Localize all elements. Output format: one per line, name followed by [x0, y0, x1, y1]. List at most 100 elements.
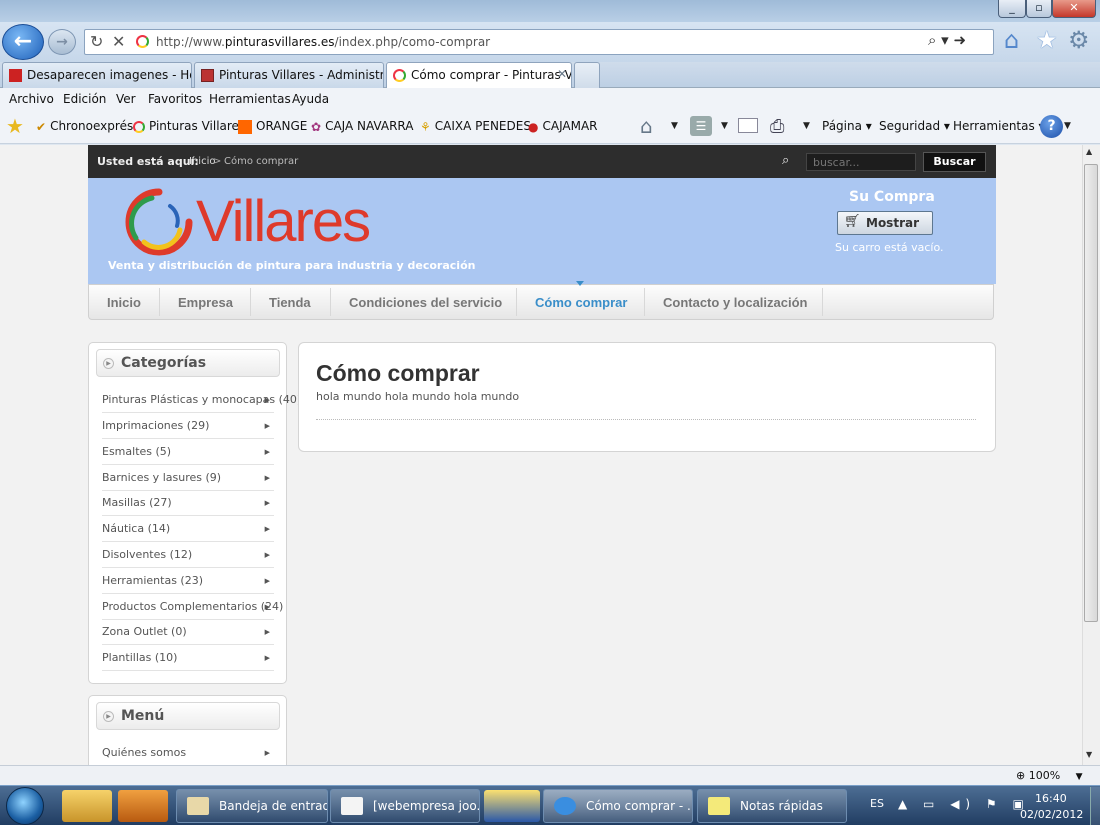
clock-time[interactable]: 16:40: [1035, 792, 1067, 805]
fav-orange[interactable]: ORANGE: [238, 119, 307, 134]
media-player-icon[interactable]: [118, 790, 168, 822]
print-icon[interactable]: ⎙: [770, 116, 784, 137]
breadcrumb-label: Usted está aquí:: [97, 155, 199, 168]
category-item[interactable]: Imprimaciones (29) ▶: [102, 413, 274, 439]
orange-icon: [238, 119, 252, 134]
category-item[interactable]: Esmaltes (5) ▶: [102, 439, 274, 465]
category-item[interactable]: Plantillas (10) ▶: [102, 645, 274, 671]
gear-icon[interactable]: ⚙: [1068, 26, 1090, 54]
task-bandeja[interactable]: Bandeja de entrad...: [176, 789, 328, 823]
fav-caja-navarra[interactable]: ✿ CAJA NAVARRA: [311, 119, 413, 134]
close-window-button[interactable]: ✕: [1052, 0, 1096, 18]
search-input[interactable]: [806, 153, 916, 171]
caixa-penedes-icon: ⚘: [420, 119, 431, 134]
cmd-home-icon[interactable]: ⌂: [640, 114, 653, 138]
logo-text[interactable]: Villares: [196, 190, 371, 254]
nav-contacto[interactable]: Contacto y localización: [663, 295, 807, 310]
arrow-right-icon: ▶: [264, 628, 270, 636]
task-webempresa[interactable]: [webempresa joo...: [330, 789, 480, 823]
menu-favoritos[interactable]: Favoritos: [148, 92, 202, 106]
category-item[interactable]: Productos Complementarios (24) ▶: [102, 594, 283, 620]
nav-condiciones[interactable]: Condiciones del servicio: [349, 295, 502, 310]
scrollbar-thumb[interactable]: [1084, 164, 1098, 622]
chevron-down-icon[interactable]: ▼: [803, 121, 810, 131]
mail-app-icon: [187, 797, 209, 815]
address-search-icon[interactable]: ⌕ ▾ ➜: [928, 31, 966, 49]
menu-item-quienes-somos[interactable]: Quiénes somos ▶: [102, 740, 274, 766]
category-item[interactable]: Pinturas Plásticas y monocapas (40) ▶: [102, 387, 301, 413]
language-indicator[interactable]: ES: [870, 797, 884, 810]
chevron-down-icon[interactable]: ▼: [1064, 121, 1071, 131]
explorer-icon[interactable]: [62, 790, 112, 822]
cmd-seguridad[interactable]: Seguridad ▾: [879, 119, 950, 133]
fav-chronoexpres[interactable]: ✔ Chronoexprés: [36, 119, 133, 134]
category-item[interactable]: Masillas (27) ▶: [102, 490, 274, 516]
chevron-down-icon[interactable]: ▼: [671, 121, 678, 131]
nav-separator: [330, 288, 331, 316]
nav-inicio[interactable]: Inicio: [107, 295, 141, 310]
home-icon[interactable]: ⌂: [1004, 26, 1019, 54]
mail-icon[interactable]: [738, 118, 758, 133]
category-item[interactable]: Barnices y lasures (9) ▶: [102, 465, 274, 491]
new-tab-button[interactable]: [574, 62, 600, 88]
arrow-right-icon: ▶: [264, 422, 270, 430]
content-divider: [316, 419, 976, 420]
breadcrumb-home[interactable]: Inicio: [189, 156, 215, 167]
help-icon[interactable]: ?: [1040, 115, 1063, 138]
chevron-down-icon[interactable]: ▼: [721, 121, 728, 131]
arrow-right-icon: ▶: [264, 654, 270, 662]
category-item[interactable]: Herramientas (23) ▶: [102, 568, 274, 594]
tab-admin[interactable]: Pinturas Villares - Administraci...: [194, 62, 384, 88]
close-tab-icon[interactable]: ✕: [557, 67, 567, 81]
category-item[interactable]: Zona Outlet (0) ▶: [102, 619, 274, 645]
caja-navarra-icon: ✿: [311, 119, 322, 134]
nav-tienda[interactable]: Tienda: [269, 295, 311, 310]
favorites-star-icon[interactable]: ★: [1036, 26, 1058, 54]
chrono-icon: ✔: [36, 119, 47, 134]
menu-herramientas[interactable]: Herramientas: [209, 92, 291, 106]
breadcrumb-separator: >: [213, 156, 222, 167]
menu-edicion[interactable]: Edición: [63, 92, 106, 106]
stop-icon[interactable]: ✕: [112, 30, 125, 54]
menu-ayuda[interactable]: Ayuda: [292, 92, 329, 106]
menu-archivo[interactable]: Archivo: [9, 92, 54, 106]
fav-cajamar[interactable]: ● CAJAMAR: [528, 119, 598, 134]
villares-logo-icon[interactable]: [122, 186, 196, 258]
cajamar-icon: ●: [528, 119, 539, 134]
clock-date[interactable]: 02/02/2012: [1020, 808, 1083, 821]
tray-icons[interactable]: ▲ ▭ ◀) ⚑ ▣: [898, 797, 1030, 811]
bullet-icon: ▶: [103, 711, 114, 722]
fav-caixa-penedes[interactable]: ⚘ CAIXA PENEDES: [420, 119, 531, 134]
task-notas[interactable]: Notas rápidas: [697, 789, 847, 823]
minimize-button[interactable]: _: [998, 0, 1026, 18]
fav-pinturas-villares[interactable]: Pinturas Villares: [133, 119, 245, 133]
scroll-up-icon[interactable]: ▲: [1086, 147, 1092, 156]
start-button[interactable]: [6, 787, 44, 825]
scroll-down-icon[interactable]: ▼: [1086, 750, 1092, 759]
nav-empresa[interactable]: Empresa: [178, 295, 233, 310]
nav-como-comprar[interactable]: Cómo comprar: [535, 295, 627, 310]
maximize-button[interactable]: ▫: [1026, 0, 1052, 18]
cmd-herramientas[interactable]: Herramientas ▾: [953, 119, 1045, 133]
rss-icon[interactable]: ☰: [690, 116, 712, 136]
back-button[interactable]: ←: [2, 24, 44, 60]
zoom-control[interactable]: ⊕ 100% ▼: [1016, 769, 1083, 782]
arrow-right-icon: ▶: [264, 474, 270, 482]
forward-button[interactable]: →: [48, 29, 76, 55]
villares-app-icon[interactable]: [484, 790, 540, 822]
categories-title: Categorías: [121, 355, 207, 371]
tab-hosting[interactable]: Desaparecen imagenes - Hosti...: [2, 62, 192, 88]
show-desktop-button[interactable]: [1090, 787, 1100, 825]
cmd-pagina[interactable]: Página ▾: [822, 119, 872, 133]
search-button[interactable]: Buscar: [923, 152, 986, 172]
task-como-comprar[interactable]: Cómo comprar - ...: [543, 789, 693, 823]
search-icon: ⌕: [782, 153, 790, 168]
status-bar: [0, 765, 1100, 785]
menu-ver[interactable]: Ver: [116, 92, 136, 106]
refresh-icon[interactable]: ↻: [90, 30, 103, 54]
favorites-star-icon[interactable]: ★: [6, 114, 24, 138]
url-text[interactable]: http://www.pinturasvillares.es/index.php…: [156, 35, 490, 49]
category-item[interactable]: Disolventes (12) ▶: [102, 542, 274, 568]
category-item[interactable]: Náutica (14) ▶: [102, 516, 274, 542]
tab-como-comprar[interactable]: Cómo comprar - Pinturas V...: [386, 62, 572, 89]
